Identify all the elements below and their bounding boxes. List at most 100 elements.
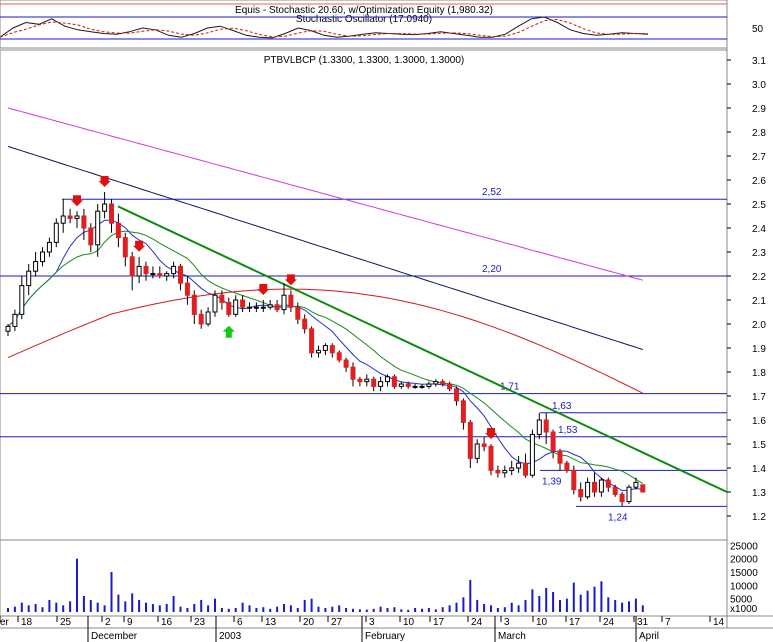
candle-body (233, 299, 239, 315)
level-label: 1,24 (608, 512, 628, 523)
volume-axis: 250002000015000100005000x1000 (730, 541, 758, 615)
date-tick-label: 24 (603, 617, 615, 628)
candle-body (109, 203, 114, 224)
candle-body (640, 484, 646, 493)
date-tick-label: 20 (303, 617, 315, 628)
date-tick-label: 2003 (219, 631, 242, 642)
candle-body (274, 304, 280, 311)
candle-body (12, 313, 18, 327)
volume-tick-label: 15000 (730, 568, 758, 579)
candle-body (102, 203, 108, 212)
candle-body (343, 359, 349, 368)
volume-tick-label: 25000 (730, 541, 758, 552)
level-label: 2,52 (482, 187, 502, 198)
price-tick-label: 2.0 (752, 320, 766, 331)
price-tick-label: 1.4 (752, 464, 766, 475)
price-tick-label: 1.2 (752, 512, 766, 523)
candle-body (329, 345, 335, 354)
candle-body (67, 215, 73, 219)
price-tick-label: 2.9 (752, 104, 766, 115)
candle-body (385, 376, 390, 383)
candle-body (40, 251, 45, 263)
candle-body (53, 222, 59, 243)
candle-body (405, 383, 411, 387)
price-tick-label: 1.5 (752, 440, 766, 451)
date-tick-label: 31 (637, 617, 649, 628)
price-tick-label: 2.4 (752, 224, 766, 235)
price-tick-label: 1.6 (752, 416, 766, 427)
candle-body (371, 378, 377, 387)
candle-body (502, 469, 508, 474)
volume-tick-label: 20000 (730, 555, 758, 566)
candle-body (426, 383, 432, 387)
candle-body (288, 294, 294, 308)
candle-body (543, 419, 549, 433)
price-tick-label: 2.3 (752, 248, 766, 259)
date-tick-label: April (639, 631, 659, 642)
date-tick-label: 7 (665, 617, 671, 628)
candle-body (316, 349, 321, 354)
candle-body (5, 325, 11, 332)
price-tick-label: 1.3 (752, 488, 766, 499)
candle-body (60, 215, 66, 224)
candle-body (509, 467, 515, 471)
date-tick-label: 9 (127, 617, 133, 628)
candle-body (481, 443, 487, 447)
candle-body (474, 443, 480, 459)
candle-body (150, 273, 156, 276)
level-label: 1,39 (542, 476, 562, 487)
candle-body (585, 481, 591, 498)
date-tick-label: 27 (331, 617, 343, 628)
volume-tick-label: 10000 (730, 581, 758, 592)
candle-body (550, 431, 556, 452)
date-tick-label: 18 (21, 617, 33, 628)
price-tick-label: 1.8 (752, 368, 766, 379)
candle-body (516, 462, 522, 469)
stoch-axis-50: 50 (752, 24, 764, 35)
date-tick-label: er (0, 617, 10, 628)
candle-body (267, 304, 273, 308)
date-tick-label: 24 (471, 617, 483, 628)
candle-body (598, 479, 604, 493)
candle-body (523, 462, 528, 476)
price-axis: 3.1 3.0 2.9 2.8 2.7 2.6 2.5 2.4 2.3 2.2 2.1 2.0 1.9 1… (727, 56, 766, 523)
candle-body (633, 481, 639, 488)
candle-body (564, 462, 570, 471)
candle-body (529, 433, 535, 476)
candle-body (605, 479, 611, 488)
candle-body (81, 215, 87, 229)
candle-body (143, 265, 149, 275)
candle-body (226, 301, 232, 315)
candle-body (302, 318, 308, 330)
price-tick-label: 2.5 (752, 200, 766, 211)
candle-body (391, 376, 397, 387)
symbol-title: PTBVLBCP (1.3300, 1.3300, 1.3000, 1.3000… (264, 55, 465, 66)
date-tick-label: 6 (237, 617, 243, 628)
date-tick-label: 3 (504, 617, 510, 628)
candle-body (33, 261, 39, 272)
candle-body (578, 489, 584, 498)
date-tick-label: February (365, 631, 405, 642)
volume-panel-frame (0, 539, 728, 617)
level-label: 1,53 (558, 425, 578, 436)
level-label: 2,20 (482, 264, 502, 275)
candle-body (336, 352, 342, 361)
candle-body (357, 378, 363, 383)
candle-body (219, 294, 225, 303)
candle-body (191, 294, 197, 315)
candle-body (171, 265, 177, 275)
candle-body (205, 311, 211, 325)
price-tick-label: 2.7 (752, 152, 766, 163)
candle-body (592, 481, 597, 493)
price-tick-label: 2.2 (752, 272, 766, 283)
candle-body (536, 419, 542, 435)
price-tick-label: 2.8 (752, 128, 766, 139)
candle-body (454, 388, 459, 402)
candle-body (350, 366, 356, 380)
candle-body (557, 450, 563, 464)
candle-body (122, 237, 128, 258)
price-tick-label: 2.1 (752, 296, 766, 307)
candle-body (253, 306, 259, 309)
candle-body (115, 222, 121, 239)
price-tick-label: 2.6 (752, 176, 766, 187)
